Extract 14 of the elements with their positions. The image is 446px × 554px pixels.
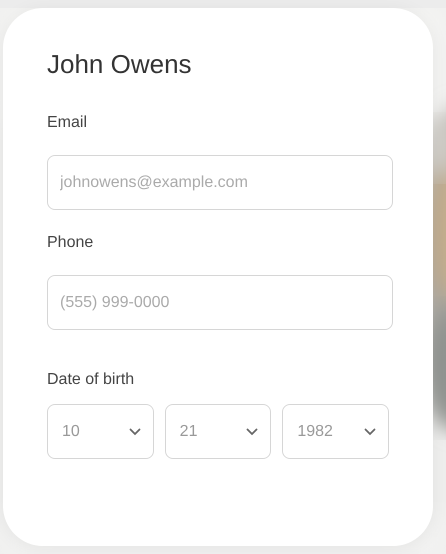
- field-label: Phone: [47, 233, 94, 253]
- card-title: John Owens: [47, 48, 192, 80]
- dropdown[interactable]: 21: [164, 404, 272, 459]
- dropdown[interactable]: 1982: [282, 404, 390, 459]
- dropdown[interactable]: 10: [47, 404, 154, 459]
- input-field[interactable]: (555) 999-0000: [47, 275, 393, 330]
- chevron-down-icon: [364, 428, 376, 436]
- dropdown-value: 1982: [297, 422, 333, 442]
- dropdown-value: 10: [62, 422, 80, 442]
- dropdown-value: 21: [180, 422, 198, 442]
- field-label: Date of birth: [47, 370, 134, 390]
- field-label: Email: [47, 113, 88, 133]
- chevron-down-icon: [246, 428, 258, 436]
- chevron-down-icon: [128, 428, 141, 436]
